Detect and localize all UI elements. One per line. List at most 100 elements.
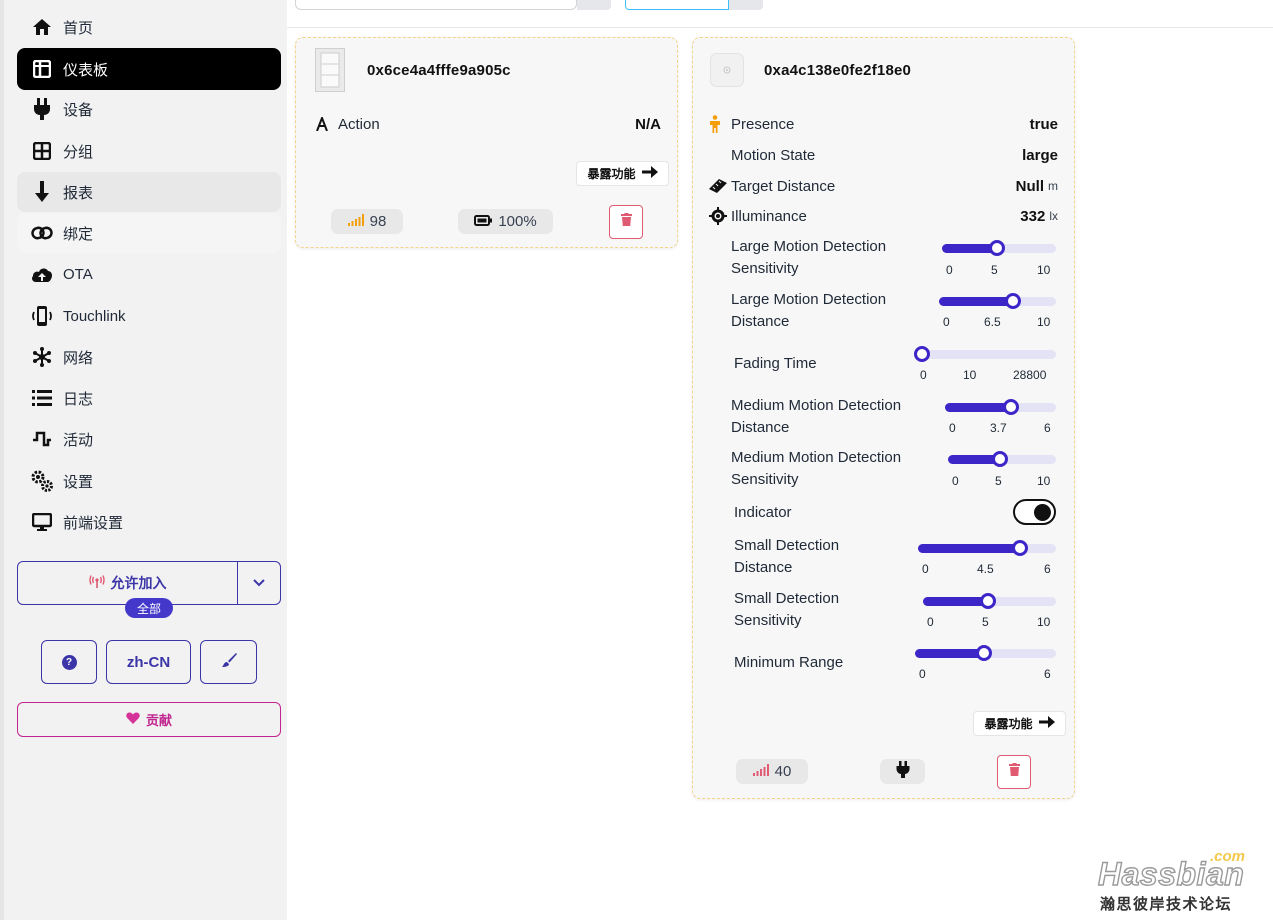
slider-min: 0 xyxy=(943,315,950,329)
sidebar-item-label: 仪表板 xyxy=(63,61,109,79)
search-input[interactable] xyxy=(295,0,577,10)
device-title[interactable]: 0x6ce4a4fffe9a905c xyxy=(367,62,511,79)
sidebar-item-network[interactable]: 网络 xyxy=(17,337,281,377)
sidebar-item-label: 绑定 xyxy=(63,225,94,243)
broadcast-icon xyxy=(88,574,105,592)
device-card: 0x6ce4a4fffe9a905c Action N/A 暴露功能 98 10… xyxy=(295,37,678,248)
sidebar-item-reports[interactable]: 报表 xyxy=(17,172,281,212)
small-detection-sensitivity-slider[interactable] xyxy=(923,593,1056,609)
plug-icon xyxy=(31,98,53,120)
motion-state-row: Motion State large xyxy=(709,144,1058,166)
medium-motion-distance-slider[interactable] xyxy=(945,399,1056,415)
sidebar-item-frontend-settings[interactable]: 前端设置 xyxy=(17,502,281,542)
permit-join-label: 允许加入 xyxy=(110,575,167,591)
illuminance-row: Illuminance 332 lx xyxy=(709,205,1058,227)
permit-join-button[interactable]: 允许加入 xyxy=(18,562,238,604)
device-image xyxy=(315,48,345,92)
medium-motion-sensitivity-slider[interactable] xyxy=(948,451,1056,467)
sidebar-item-activity[interactable]: 活动 xyxy=(17,419,281,459)
slider-value: 10 xyxy=(963,368,977,382)
large-motion-sensitivity-slider[interactable] xyxy=(942,240,1056,256)
person-icon xyxy=(709,115,729,133)
delete-button[interactable] xyxy=(997,755,1031,789)
trash-icon xyxy=(620,213,632,231)
slider-value: 3.7 xyxy=(990,421,1007,435)
contribute-button[interactable]: 贡献 xyxy=(17,702,281,737)
slider-label: Minimum Range xyxy=(734,654,844,671)
row-label: Action xyxy=(338,115,380,133)
slider-label: Small Detection Distance xyxy=(734,537,840,576)
sidebar-item-ota[interactable]: OTA xyxy=(17,254,281,294)
minimum-range-slider[interactable] xyxy=(915,645,1056,661)
filter-button[interactable] xyxy=(729,0,763,10)
ruler-icon xyxy=(709,179,729,193)
power-source-badge xyxy=(880,759,925,784)
sidebar-item-touchlink[interactable]: Touchlink xyxy=(17,296,281,336)
signal-icon xyxy=(347,213,364,230)
groups-icon xyxy=(31,140,53,162)
device-title[interactable]: 0xa4c138e0fe2f18e0 xyxy=(764,62,911,79)
slider-min: 0 xyxy=(927,615,934,629)
plug-icon xyxy=(896,761,910,782)
expose-label: 暴露功能 xyxy=(587,167,636,181)
network-icon xyxy=(31,346,53,368)
sidebar-item-bind[interactable]: 绑定 xyxy=(17,213,281,253)
help-button[interactable]: ? xyxy=(41,640,97,684)
linkquality-value: 98 xyxy=(369,213,387,230)
linkquality-badge: 98 xyxy=(331,209,403,234)
heart-icon xyxy=(126,712,140,727)
contribute-label: 贡献 xyxy=(145,713,172,728)
slider-max: 6 xyxy=(1044,421,1051,435)
slider-value: 5 xyxy=(982,615,989,629)
watermark-brand: Hassbian xyxy=(1097,855,1245,892)
device-image xyxy=(710,53,744,87)
sidebar-item-label: 设备 xyxy=(63,101,94,119)
slider-max: 10 xyxy=(1037,315,1051,329)
arrow-down-icon xyxy=(31,181,53,203)
expose-button[interactable]: 暴露功能 xyxy=(973,711,1066,736)
slider-min: 0 xyxy=(949,421,956,435)
monitor-icon xyxy=(31,511,53,533)
row-value: N/A xyxy=(635,115,661,133)
row-label: Presence xyxy=(731,115,795,133)
hassbian-watermark: .com Hassbian 瀚思彼岸技术论坛 xyxy=(1097,848,1258,914)
letter-a-icon xyxy=(316,117,336,131)
sidebar-item-label: 分组 xyxy=(63,143,94,161)
sidebar: 首页 仪表板 设备 分组 报表 绑定 OTA Touchlink 网络 日志 活… xyxy=(0,0,287,920)
row-value: 332 xyxy=(1020,207,1046,225)
slider-max: 10 xyxy=(1037,615,1051,629)
sidebar-item-dashboard[interactable]: 仪表板 xyxy=(17,48,281,90)
small-detection-distance-slider[interactable] xyxy=(918,540,1056,556)
target-distance-row: Target Distance Null m xyxy=(709,175,1058,197)
row-label: Motion State xyxy=(731,146,816,164)
sidebar-item-label: 前端设置 xyxy=(63,514,124,532)
sidebar-item-settings[interactable]: 设置 xyxy=(17,461,281,501)
sidebar-item-home[interactable]: 首页 xyxy=(17,7,281,47)
slider-min: 0 xyxy=(920,368,927,382)
filter-input[interactable] xyxy=(625,0,729,10)
sidebar-item-label: 报表 xyxy=(63,184,94,202)
sidebar-item-label: 日志 xyxy=(63,390,94,408)
fading-time-slider[interactable] xyxy=(914,346,1056,362)
signal-icon xyxy=(752,763,769,780)
sidebar-item-devices[interactable]: 设备 xyxy=(17,89,281,129)
sidebar-item-groups[interactable]: 分组 xyxy=(17,131,281,171)
expose-button[interactable]: 暴露功能 xyxy=(576,161,669,186)
question-icon: ? xyxy=(61,654,77,670)
language-button[interactable]: zh-CN xyxy=(106,640,191,684)
slider-max: 6 xyxy=(1044,562,1051,576)
linkquality-value: 40 xyxy=(774,763,792,780)
sidebar-item-logs[interactable]: 日志 xyxy=(17,378,281,418)
device-card: 0xa4c138e0fe2f18e0 Presence true Motion … xyxy=(692,37,1075,799)
sidebar-item-label: 网络 xyxy=(63,349,94,367)
large-motion-distance-slider[interactable] xyxy=(939,293,1056,309)
linkquality-badge: 40 xyxy=(736,759,808,784)
row-value: Null xyxy=(1015,177,1044,195)
slider-value: 5 xyxy=(991,263,998,277)
delete-button[interactable] xyxy=(609,205,643,239)
permit-join-dropdown[interactable] xyxy=(238,562,280,604)
theme-button[interactable] xyxy=(200,640,257,684)
search-clear-button[interactable] xyxy=(577,0,611,10)
indicator-toggle[interactable] xyxy=(1013,499,1056,525)
expose-label: 暴露功能 xyxy=(984,717,1033,731)
